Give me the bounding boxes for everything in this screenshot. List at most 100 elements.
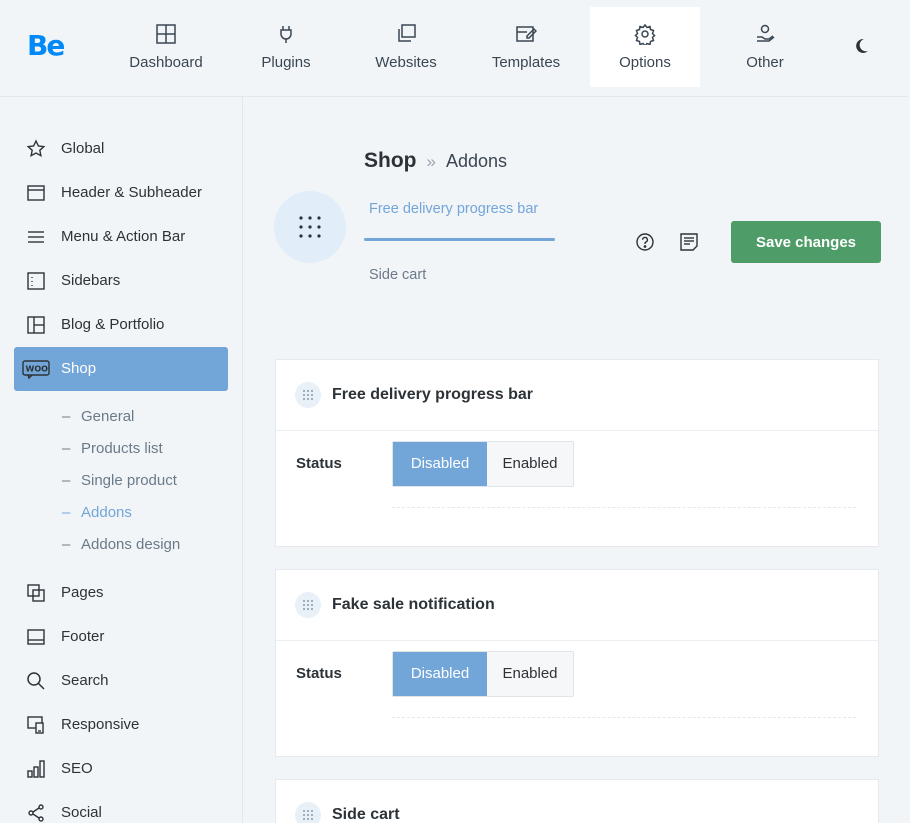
dark-mode-toggle-icon[interactable] — [852, 37, 870, 55]
sidebar-item-label: Sidebars — [61, 272, 121, 289]
drag-handle-icon[interactable] — [295, 592, 321, 618]
gear-icon — [634, 23, 656, 45]
dash: – — [62, 504, 71, 521]
card-title: Fake sale notification — [332, 596, 495, 613]
nav-other[interactable]: Other — [710, 7, 820, 87]
sidebar-item-global[interactable]: Global — [14, 127, 228, 171]
nav-plugins[interactable]: Plugins — [231, 7, 341, 87]
sidebar-item-seo[interactable]: SEO — [14, 747, 228, 791]
submenu-label: Single product — [81, 472, 177, 489]
blog-icon — [27, 316, 45, 334]
sidebar-item-label: Footer — [61, 628, 105, 645]
templates-icon — [516, 26, 537, 42]
submenu-item-general[interactable]: – General — [62, 408, 134, 425]
divider — [392, 507, 856, 508]
help-icon[interactable] — [635, 232, 655, 252]
plug-icon — [280, 26, 292, 43]
status-disabled-option[interactable]: Disabled — [393, 442, 487, 486]
submenu-label: Addons design — [81, 536, 181, 553]
status-toggle: Disabled Enabled — [392, 651, 574, 697]
breadcrumb-subtitle: Addons — [445, 151, 508, 171]
sidebar-item-search[interactable]: Search — [14, 659, 228, 703]
breadcrumb: Shop » Addons — [364, 149, 507, 173]
drag-handle-icon[interactable] — [295, 802, 321, 823]
nav-label: Dashboard — [129, 54, 203, 71]
sidebar-item-label: SEO — [61, 760, 93, 777]
top-navigation: Be Dashboard Plugins Websites Templates … — [0, 0, 908, 97]
sidebar-item-label: Menu & Action Bar — [61, 228, 186, 245]
sidebar-item-label: Pages — [61, 584, 104, 601]
status-disabled-option[interactable]: Disabled — [393, 652, 487, 696]
submenu-label: Addons — [81, 504, 132, 521]
drag-handle-icon[interactable] — [295, 382, 321, 408]
addon-card-fake-sale: Fake sale notification Status Disabled E… — [275, 569, 879, 757]
notes-icon[interactable] — [679, 232, 699, 252]
seo-icon — [27, 760, 45, 778]
nav-templates[interactable]: Templates — [471, 7, 581, 87]
card-header: Fake sale notification — [276, 570, 878, 641]
svg-text:WOO: WOO — [26, 365, 49, 374]
sidebar-item-label: Search — [61, 672, 109, 689]
sidebar-item-menu[interactable]: Menu & Action Bar — [14, 215, 228, 259]
sidebar-item-blog[interactable]: Blog & Portfolio — [14, 303, 228, 347]
nav-label: Options — [619, 54, 671, 71]
addon-card-free-delivery: Free delivery progress bar Status Disabl… — [275, 359, 879, 547]
nav-options[interactable]: Options — [590, 7, 700, 87]
card-header: Side cart — [276, 780, 878, 823]
status-enabled-option[interactable]: Enabled — [487, 442, 573, 486]
nav-label: Other — [746, 54, 784, 71]
grid-dots-icon — [299, 216, 321, 238]
logo[interactable]: Be — [27, 29, 65, 62]
sidebar-item-header[interactable]: Header & Subheader — [14, 171, 228, 215]
tab-side-cart[interactable]: Side cart — [369, 267, 426, 283]
sidebar-item-label: Global — [61, 140, 105, 157]
dash: – — [62, 408, 71, 425]
nav-label: Websites — [375, 54, 437, 71]
addon-card-side-cart: Side cart — [275, 779, 879, 823]
nav-label: Templates — [491, 54, 561, 71]
sidebar-item-label: Header & Subheader — [61, 184, 202, 201]
active-tab-indicator — [364, 238, 555, 241]
dash: – — [62, 472, 71, 489]
tab-free-delivery[interactable]: Free delivery progress bar — [369, 201, 538, 217]
status-label: Status — [296, 455, 342, 472]
submenu-item-single-product[interactable]: – Single product — [62, 472, 177, 489]
submenu-item-products-list[interactable]: – Products list — [62, 440, 163, 457]
responsive-icon — [27, 716, 44, 734]
pages-icon — [27, 584, 45, 602]
nav-dashboard[interactable]: Dashboard — [111, 7, 221, 87]
sidebar-item-responsive[interactable]: Responsive — [14, 703, 228, 747]
sidebar-item-label: Responsive — [61, 716, 140, 733]
header-icon — [27, 185, 45, 201]
card-title: Free delivery progress bar — [332, 386, 533, 403]
section-icon-badge — [274, 191, 346, 263]
sidebar-item-social[interactable]: Social — [14, 791, 228, 823]
nav-websites[interactable]: Websites — [351, 7, 461, 87]
sidebar-item-footer[interactable]: Footer — [14, 615, 228, 659]
footer-icon — [27, 629, 45, 645]
status-toggle: Disabled Enabled — [392, 441, 574, 487]
card-title: Side cart — [332, 806, 400, 823]
card-header: Free delivery progress bar — [276, 360, 878, 431]
sidebar-item-label: Social — [61, 804, 102, 821]
dashboard-icon — [156, 24, 176, 44]
save-changes-button[interactable]: Save changes — [731, 221, 881, 263]
sidebar-item-label: Shop — [61, 360, 97, 377]
websites-icon — [398, 24, 416, 42]
submenu-item-addons-design[interactable]: – Addons design — [62, 536, 180, 553]
woo-icon: WOO — [22, 360, 50, 379]
submenu-item-addons[interactable]: – Addons — [62, 504, 132, 521]
breadcrumb-separator: » — [426, 152, 436, 171]
status-enabled-option[interactable]: Enabled — [487, 652, 573, 696]
status-label: Status — [296, 665, 342, 682]
sidebar-item-sidebars[interactable]: Sidebars — [14, 259, 228, 303]
sidebar-item-label: Blog & Portfolio — [61, 316, 165, 333]
search-icon — [27, 672, 45, 690]
sidebar-item-shop[interactable]: WOO Shop — [14, 347, 228, 391]
submenu-label: General — [81, 408, 135, 425]
dash: – — [62, 536, 71, 553]
sidebar-item-pages[interactable]: Pages — [14, 571, 228, 615]
sidebar: Global Header & Subheader Menu & Action … — [0, 97, 243, 823]
star-icon — [26, 139, 46, 158]
sidebars-icon — [27, 272, 45, 290]
